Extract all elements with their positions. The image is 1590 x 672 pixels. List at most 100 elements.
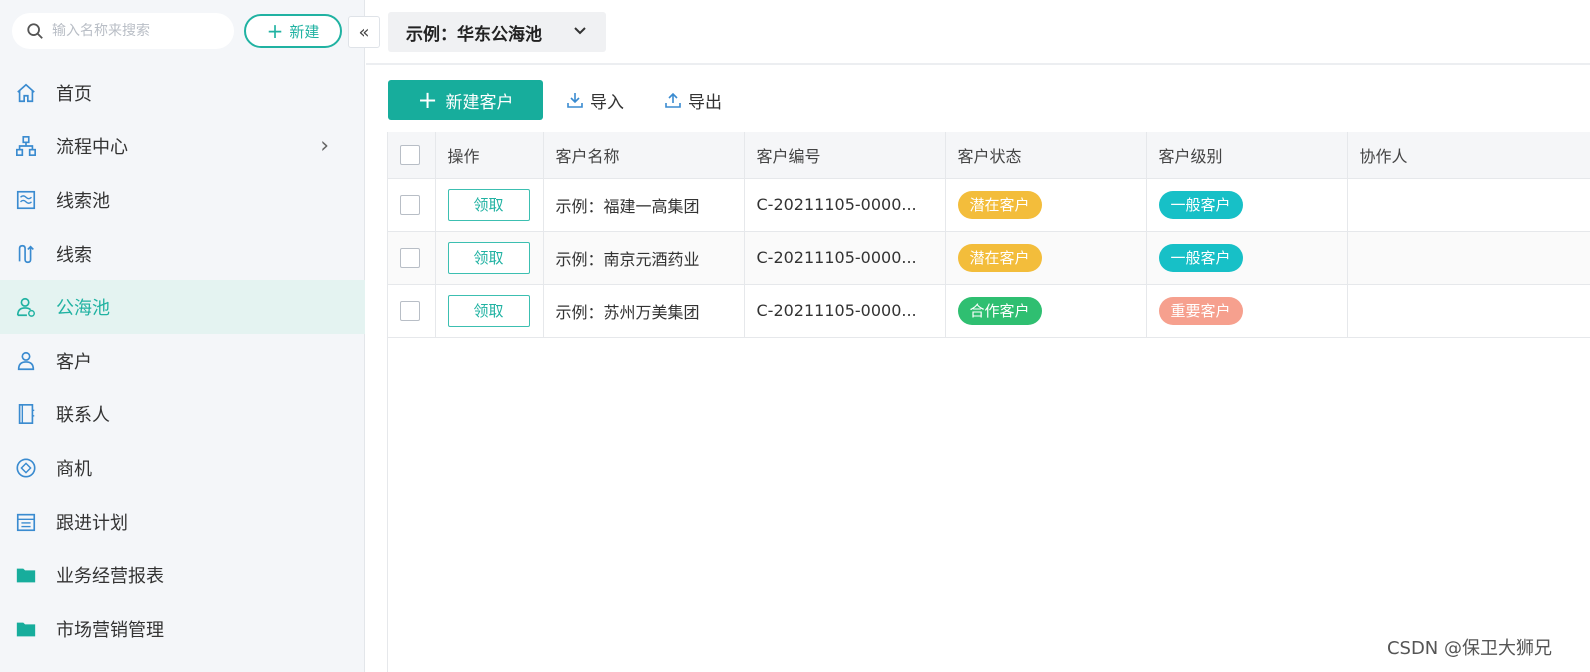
sidebar-item-business-report[interactable]: 业务经营报表 <box>0 548 365 602</box>
sidebar-item-label: 市场营销管理 <box>56 619 164 641</box>
column-header: 客户级别 <box>1146 132 1348 179</box>
level-badge: 一般客户 <box>1158 190 1243 219</box>
status-cell: 潜在客户 <box>945 178 1147 232</box>
sidebar-item-label: 客户 <box>56 351 92 373</box>
folder-icon <box>14 617 38 641</box>
level-badge: 重要客户 <box>1158 296 1243 325</box>
search-input[interactable] <box>52 23 222 39</box>
level-cell: 一般客户 <box>1146 178 1348 232</box>
plan-icon <box>14 510 38 534</box>
level-cell: 重要客户 <box>1146 284 1348 338</box>
claim-button[interactable]: 领取 <box>447 188 530 221</box>
row-checkbox[interactable] <box>400 194 420 215</box>
chevron-down-icon <box>574 27 586 35</box>
status-badge: 潜在客户 <box>957 190 1042 219</box>
status-cell: 合作客户 <box>945 284 1147 338</box>
row-checkbox[interactable] <box>400 300 420 321</box>
table-header-row: 操作 客户名称 客户编号 客户状态 客户级别 协作人 <box>388 132 1590 179</box>
customer-code: C-20211105-0000... <box>744 284 946 338</box>
column-header: 客户编号 <box>744 132 946 179</box>
collaborator-cell <box>1347 231 1590 285</box>
search-icon <box>27 23 43 39</box>
contact-icon <box>14 402 38 426</box>
sidebar-item-label: 业务经营报表 <box>56 566 164 588</box>
row-select-cell <box>388 178 436 232</box>
collaborator-cell <box>1347 284 1590 338</box>
customer-name: 示例：南京元酒药业 <box>543 231 745 285</box>
action-cell: 领取 <box>435 178 544 232</box>
pool-selector[interactable]: 示例：华东公海池 <box>388 12 606 52</box>
sidebar-item-lead-pool[interactable]: 线索池 <box>0 173 365 227</box>
customer-code: C-20211105-0000... <box>744 231 946 285</box>
customer-code: C-20211105-0000... <box>744 178 946 232</box>
status-cell: 潜在客户 <box>945 231 1147 285</box>
lead-icon <box>14 242 38 266</box>
customer-icon <box>14 349 38 373</box>
flow-icon <box>14 134 38 158</box>
sidebar-item-leads[interactable]: 线索 <box>0 227 365 281</box>
lead-pool-icon <box>14 188 38 212</box>
table-row[interactable]: 领取 示例：福建一高集团 C-20211105-0000... 潜在客户 一般客… <box>388 178 1590 232</box>
collapse-sidebar-button[interactable]: « <box>348 16 380 48</box>
home-icon <box>14 81 38 105</box>
plus-icon: + <box>266 19 284 43</box>
chevron-right-icon: › <box>320 133 329 159</box>
claim-button[interactable]: 领取 <box>447 241 530 274</box>
sidebar-item-flow-center[interactable]: 流程中心 › <box>0 120 365 174</box>
folder-icon <box>14 563 38 587</box>
row-checkbox[interactable] <box>400 247 420 268</box>
app-window: + 新建 首页 流程中心 › 线索池 线索 <box>0 0 1590 672</box>
sidebar: + 新建 首页 流程中心 › 线索池 线索 <box>0 0 365 672</box>
row-select-cell <box>388 231 436 285</box>
plus-icon: + <box>417 86 438 114</box>
select-all-checkbox[interactable] <box>400 145 420 165</box>
sidebar-item-follow-plan[interactable]: 跟进计划 <box>0 495 365 549</box>
status-badge: 潜在客户 <box>957 243 1042 272</box>
table-row[interactable]: 领取 示例：南京元酒药业 C-20211105-0000... 潜在客户 一般客… <box>388 231 1590 285</box>
level-cell: 一般客户 <box>1146 231 1348 285</box>
sidebar-item-public-pool[interactable]: 公海池 <box>0 280 365 334</box>
table-row[interactable]: 领取 示例：苏州万美集团 C-20211105-0000... 合作客户 重要客… <box>388 284 1590 338</box>
sidebar-item-label: 商机 <box>56 458 92 480</box>
level-badge: 一般客户 <box>1158 243 1243 272</box>
column-header: 客户名称 <box>543 132 745 179</box>
sidebar-item-label: 流程中心 <box>56 137 128 159</box>
import-icon <box>567 93 583 108</box>
customer-table: 操作 客户名称 客户编号 客户状态 客户级别 协作人 领取 示例：福建一高集团 … <box>387 132 1590 672</box>
import-label: 导入 <box>590 92 624 113</box>
column-header: 协作人 <box>1347 132 1590 179</box>
sidebar-item-customers[interactable]: 客户 <box>0 334 365 388</box>
status-badge: 合作客户 <box>957 296 1042 325</box>
action-cell: 领取 <box>435 231 544 285</box>
sidebar-item-home[interactable]: 首页 <box>0 66 365 120</box>
new-customer-label: 新建客户 <box>445 92 514 113</box>
column-header: 操作 <box>435 132 544 179</box>
sidebar-item-label: 首页 <box>56 83 92 105</box>
export-button[interactable]: 导出 <box>664 86 722 114</box>
action-cell: 领取 <box>435 284 544 338</box>
collaborator-cell <box>1347 178 1590 232</box>
new-customer-button[interactable]: + 新建客户 <box>388 80 543 120</box>
toolbar: + 新建客户 导入 导出 <box>366 66 1590 132</box>
new-button[interactable]: + 新建 <box>244 14 342 48</box>
public-pool-icon <box>14 295 38 319</box>
sidebar-nav: 首页 流程中心 › 线索池 线索 公海池 客户 联系人 商机 跟进计划 业务经营… <box>0 66 365 656</box>
select-all-cell <box>388 132 436 179</box>
watermark: CSDN @保卫大狮兄 <box>1386 638 1552 659</box>
claim-button[interactable]: 领取 <box>447 294 530 327</box>
export-icon <box>665 92 681 108</box>
sidebar-item-label: 公海池 <box>56 298 110 320</box>
topbar: 示例：华东公海池 <box>366 0 1590 65</box>
sidebar-header: + 新建 <box>0 0 365 62</box>
sidebar-item-opportunities[interactable]: 商机 <box>0 441 365 495</box>
search-box[interactable] <box>12 13 234 49</box>
sidebar-item-marketing[interactable]: 市场营销管理 <box>0 602 365 656</box>
column-header: 客户状态 <box>945 132 1147 179</box>
opportunity-icon <box>14 456 38 480</box>
sidebar-item-label: 线索池 <box>56 190 110 212</box>
row-select-cell <box>388 284 436 338</box>
sidebar-item-contacts[interactable]: 联系人 <box>0 388 365 442</box>
main-content: 示例：华东公海池 + 新建客户 导入 导出 操作 客户名称 客户编号 客户状态 … <box>366 0 1590 672</box>
import-button[interactable]: 导入 <box>566 86 624 114</box>
customer-name: 示例：福建一高集团 <box>543 178 745 232</box>
